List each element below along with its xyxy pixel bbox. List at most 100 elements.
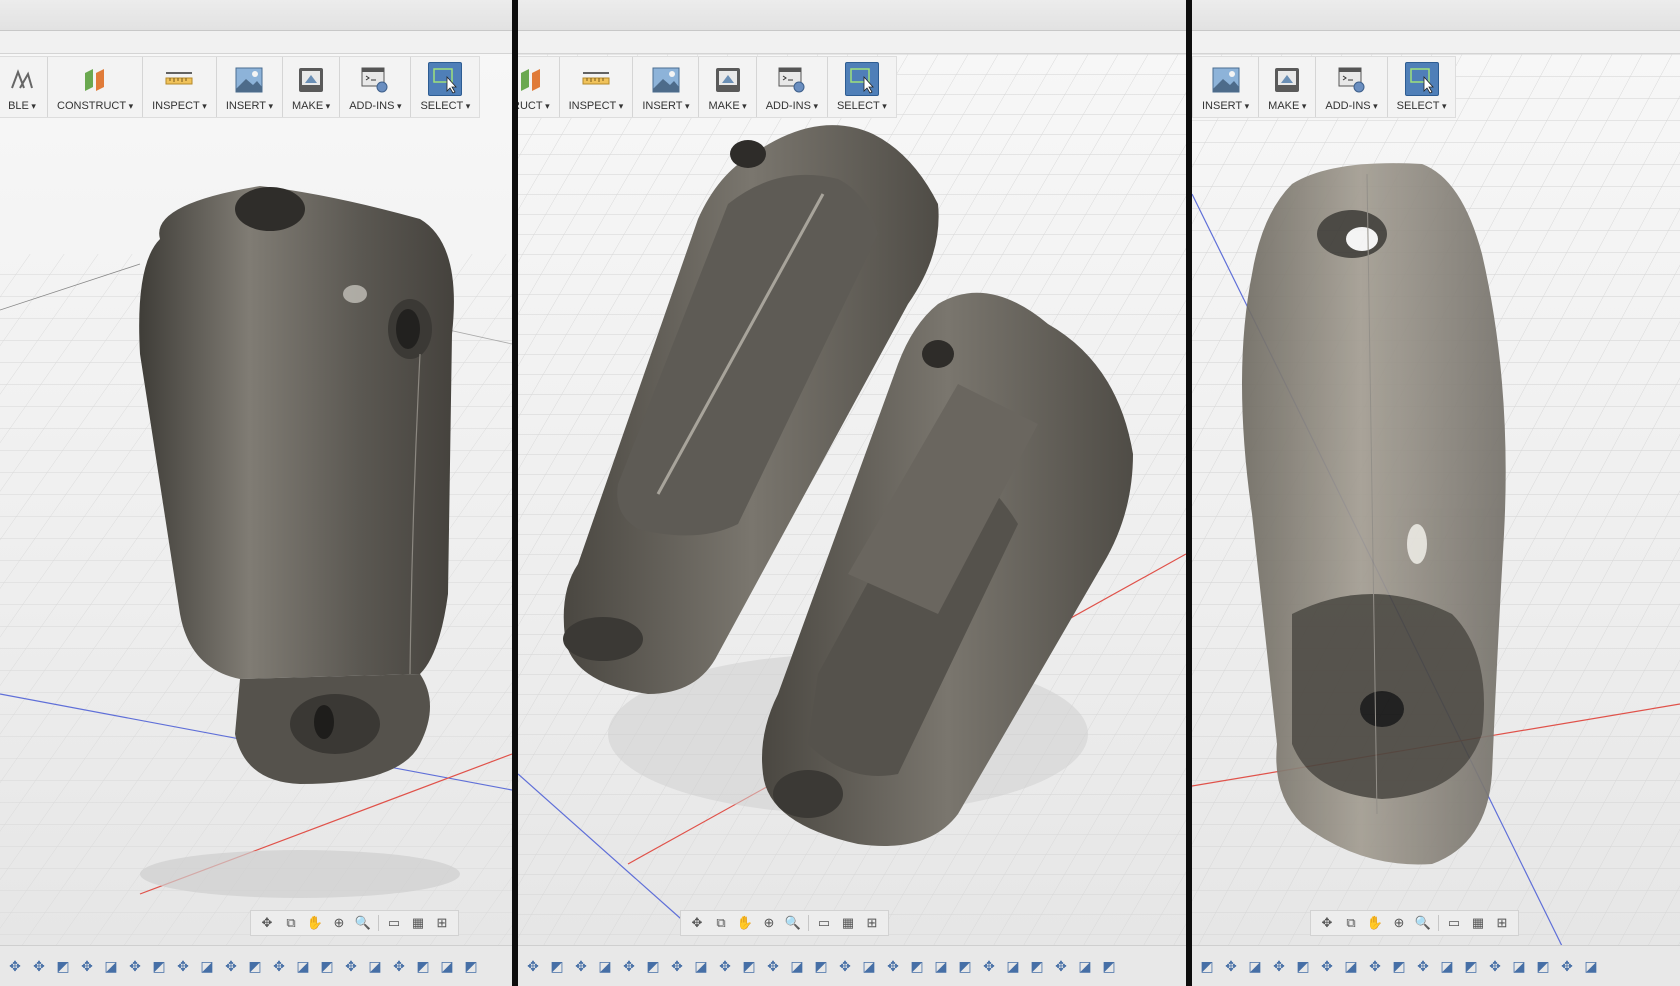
timeline-feature-icon[interactable]: ◩	[740, 957, 758, 975]
zoom-icon[interactable]: ⊕	[1389, 914, 1409, 932]
orbit-icon[interactable]: ✥	[1317, 914, 1337, 932]
toolbar-group-addins[interactable]: ADD-INS	[1316, 57, 1388, 117]
timeline-feature-icon[interactable]: ✥	[126, 957, 144, 975]
timeline-feature-icon[interactable]: ◩	[462, 957, 480, 975]
timeline-feature-icon[interactable]: ◪	[366, 957, 384, 975]
look-at-icon[interactable]: ⧉	[281, 914, 301, 932]
viewports-icon[interactable]: ⊞	[862, 914, 882, 932]
grid-settings-icon[interactable]: ▦	[408, 914, 428, 932]
toolbar-group-insert[interactable]: INSERT	[217, 57, 283, 117]
timeline-feature-icon[interactable]: ✥	[6, 957, 24, 975]
timeline-feature-icon[interactable]: ◩	[1462, 957, 1480, 975]
toolbar-group-addins[interactable]: ADD-INS	[757, 57, 828, 117]
toolbar-group-inspect[interactable]: INSPECT	[143, 57, 217, 117]
timeline-feature-icon[interactable]: ✥	[836, 957, 854, 975]
timeline-feature-icon[interactable]: ◩	[1534, 957, 1552, 975]
timeline-feature-icon[interactable]: ✥	[174, 957, 192, 975]
3d-viewport[interactable]	[518, 54, 1186, 946]
orbit-icon[interactable]: ✥	[687, 914, 707, 932]
toolbar-group-assemble[interactable]: BLE	[0, 57, 48, 117]
timeline-feature-icon[interactable]: ◪	[1246, 957, 1264, 975]
viewports-icon[interactable]: ⊞	[1492, 914, 1512, 932]
timeline-feature-icon[interactable]: ✥	[764, 957, 782, 975]
zoom-icon[interactable]: ⊕	[759, 914, 779, 932]
timeline-feature-icon[interactable]: ✥	[668, 957, 686, 975]
timeline-feature-icon[interactable]: ✥	[980, 957, 998, 975]
orbit-icon[interactable]: ✥	[257, 914, 277, 932]
timeline-feature-icon[interactable]: ◪	[1438, 957, 1456, 975]
timeline-feature-icon[interactable]: ✥	[30, 957, 48, 975]
timeline-feature-icon[interactable]: ◪	[1582, 957, 1600, 975]
pan-hand-icon[interactable]: ✋	[305, 914, 325, 932]
timeline-feature-icon[interactable]: ◩	[1100, 957, 1118, 975]
grid-settings-icon[interactable]: ▦	[1468, 914, 1488, 932]
timeline-feature-icon[interactable]: ◩	[414, 957, 432, 975]
timeline-feature-icon[interactable]: ◩	[54, 957, 72, 975]
pan-hand-icon[interactable]: ✋	[735, 914, 755, 932]
toolbar-group-insert[interactable]: INSERT	[1193, 57, 1260, 117]
timeline-feature-icon[interactable]: ◩	[644, 957, 662, 975]
toolbar-group-addins[interactable]: ADD-INS	[340, 57, 412, 117]
viewports-icon[interactable]: ⊞	[432, 914, 452, 932]
timeline-feature-icon[interactable]: ✥	[716, 957, 734, 975]
3d-viewport[interactable]	[1192, 54, 1680, 946]
timeline-feature-icon[interactable]: ◪	[1004, 957, 1022, 975]
timeline-feature-icon[interactable]: ✥	[1270, 957, 1288, 975]
timeline-feature-icon[interactable]: ✥	[620, 957, 638, 975]
toolbar-group-construct[interactable]: CONSTRUCT	[48, 57, 144, 117]
timeline-feature-icon[interactable]: ✥	[572, 957, 590, 975]
toolbar-group-select[interactable]: SELECT	[828, 57, 896, 117]
timeline-feature-icon[interactable]: ◩	[318, 957, 336, 975]
timeline-feature-icon[interactable]: ◪	[596, 957, 614, 975]
timeline-feature-icon[interactable]: ◪	[1076, 957, 1094, 975]
toolbar-group-make[interactable]: MAKE	[283, 57, 341, 117]
socket-translucent-model[interactable]	[1242, 163, 1506, 865]
timeline-feature-icon[interactable]: ✥	[1366, 957, 1384, 975]
3d-viewport[interactable]	[0, 54, 512, 946]
display-settings-icon[interactable]: ▭	[384, 914, 404, 932]
timeline-feature-icon[interactable]: ✥	[1486, 957, 1504, 975]
timeline-feature-icon[interactable]: ✥	[1318, 957, 1336, 975]
timeline-feature-icon[interactable]: ◩	[150, 957, 168, 975]
timeline-feature-icon[interactable]: ✥	[270, 957, 288, 975]
timeline-feature-icon[interactable]: ✥	[1558, 957, 1576, 975]
timeline-feature-icon[interactable]: ◪	[788, 957, 806, 975]
timeline-feature-icon[interactable]: ✥	[524, 957, 542, 975]
timeline-feature-icon[interactable]: ◪	[1342, 957, 1360, 975]
timeline-feature-icon[interactable]: ◩	[956, 957, 974, 975]
timeline-feature-icon[interactable]: ◩	[246, 957, 264, 975]
fit-zoom-icon[interactable]: 🔍	[1413, 914, 1433, 932]
zoom-icon[interactable]: ⊕	[329, 914, 349, 932]
fit-zoom-icon[interactable]: 🔍	[783, 914, 803, 932]
look-at-icon[interactable]: ⧉	[1341, 914, 1361, 932]
timeline-feature-icon[interactable]: ◩	[1198, 957, 1216, 975]
toolbar-group-select[interactable]: SELECT	[411, 57, 479, 117]
look-at-icon[interactable]: ⧉	[711, 914, 731, 932]
fit-zoom-icon[interactable]: 🔍	[353, 914, 373, 932]
timeline-feature-icon[interactable]: ✥	[1414, 957, 1432, 975]
timeline-feature-icon[interactable]: ✥	[78, 957, 96, 975]
timeline-feature-icon[interactable]: ✥	[884, 957, 902, 975]
toolbar-group-make[interactable]: MAKE	[1259, 57, 1317, 117]
toolbar-group-construct[interactable]: RUCT	[518, 57, 560, 117]
timeline-feature-icon[interactable]: ✥	[342, 957, 360, 975]
timeline-feature-icon[interactable]: ◩	[1028, 957, 1046, 975]
timeline-feature-icon[interactable]: ◪	[692, 957, 710, 975]
timeline-feature-icon[interactable]: ◩	[1390, 957, 1408, 975]
timeline-feature-icon[interactable]: ◪	[102, 957, 120, 975]
timeline-feature-icon[interactable]: ✥	[1222, 957, 1240, 975]
timeline-feature-icon[interactable]: ✥	[1052, 957, 1070, 975]
timeline-feature-icon[interactable]: ◪	[198, 957, 216, 975]
timeline-feature-icon[interactable]: ◩	[1294, 957, 1312, 975]
toolbar-group-select[interactable]: SELECT	[1388, 57, 1456, 117]
timeline-feature-icon[interactable]: ◪	[294, 957, 312, 975]
display-settings-icon[interactable]: ▭	[1444, 914, 1464, 932]
timeline-feature-icon[interactable]: ◩	[908, 957, 926, 975]
timeline-feature-icon[interactable]: ◪	[438, 957, 456, 975]
toolbar-group-inspect[interactable]: INSPECT	[560, 57, 634, 117]
toolbar-group-insert[interactable]: INSERT	[633, 57, 700, 117]
timeline-feature-icon[interactable]: ✥	[222, 957, 240, 975]
timeline-feature-icon[interactable]: ✥	[390, 957, 408, 975]
grid-settings-icon[interactable]: ▦	[838, 914, 858, 932]
timeline-feature-icon[interactable]: ◪	[932, 957, 950, 975]
